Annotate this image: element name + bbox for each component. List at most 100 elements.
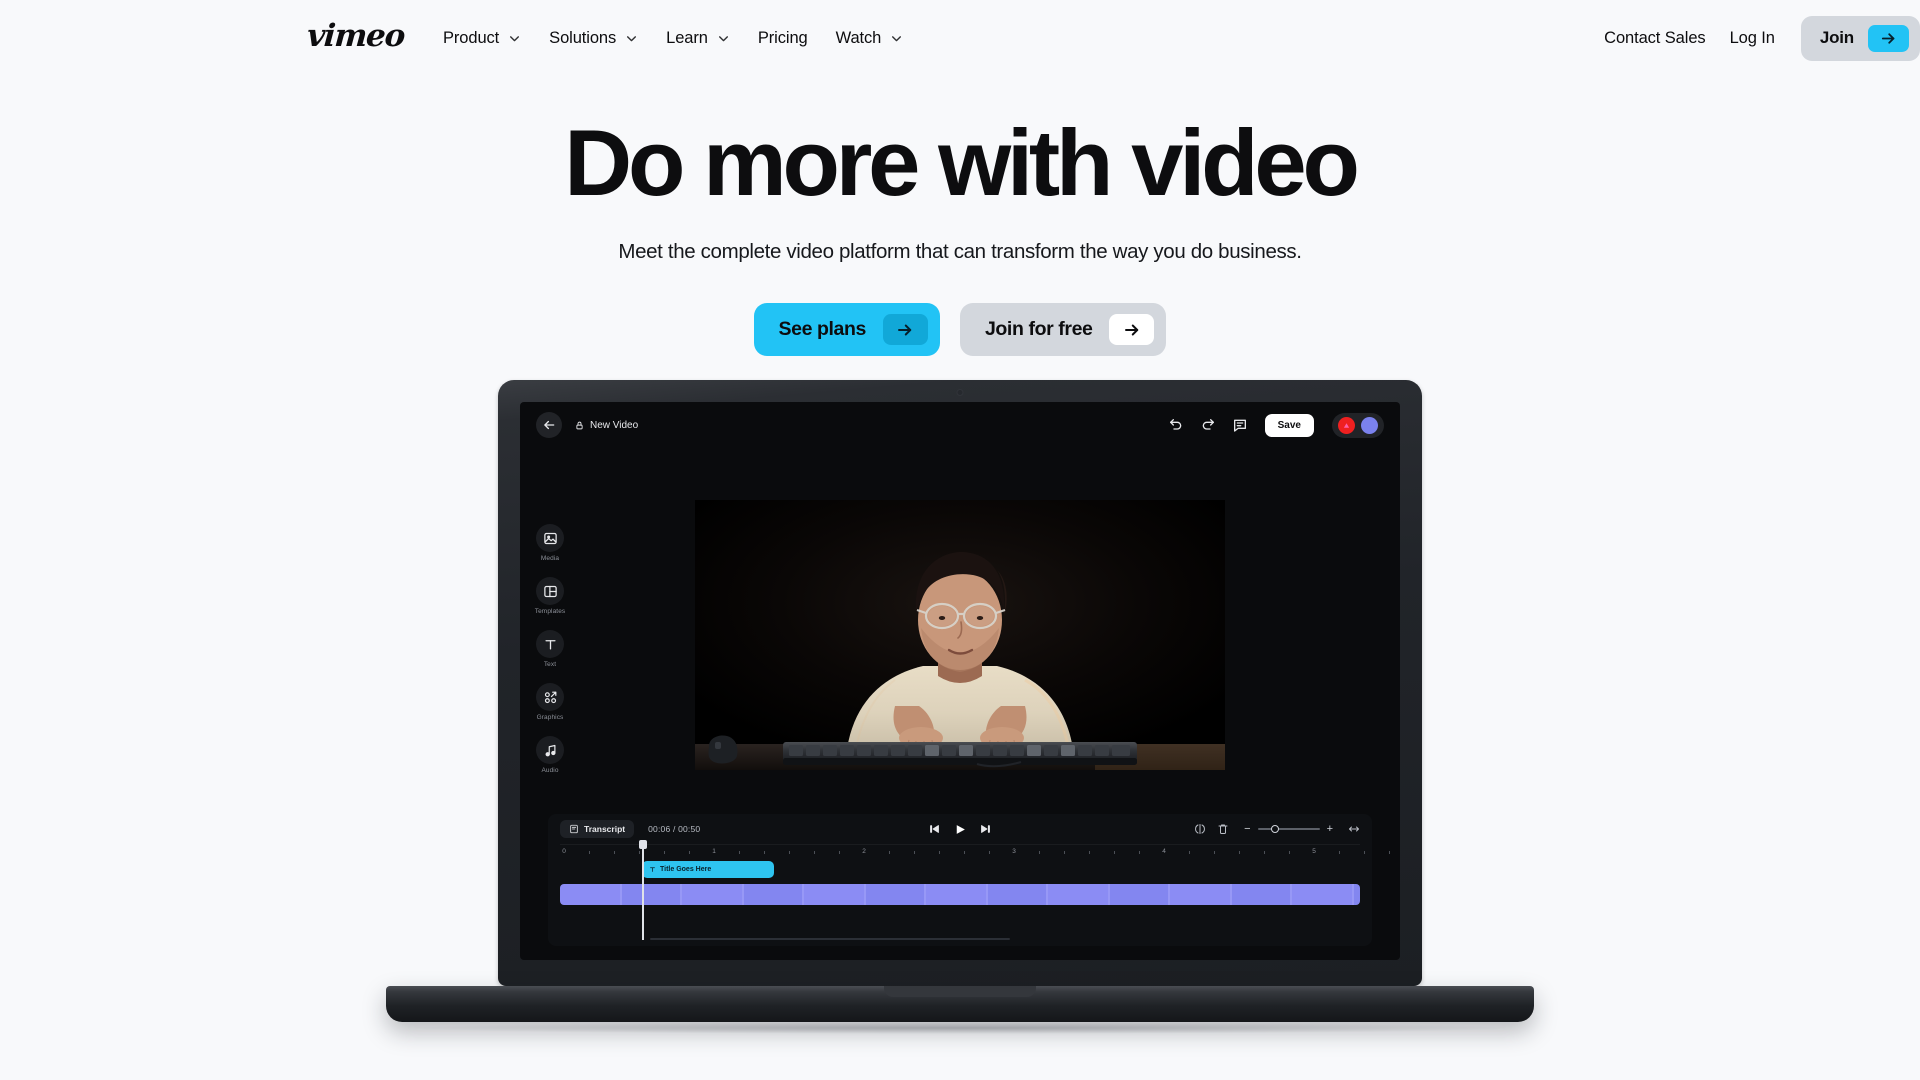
save-button[interactable]: Save [1264, 413, 1314, 437]
ruler-tick [1389, 851, 1390, 854]
rail-item-graphics[interactable]: Graphics [536, 683, 564, 721]
nav-item-solutions[interactable]: Solutions [535, 21, 652, 56]
hero-subtitle: Meet the complete video platform that ca… [618, 240, 1302, 263]
nav-item-label: Pricing [757, 28, 808, 47]
text-icon [536, 630, 564, 658]
split-icon [1195, 824, 1206, 834]
ruler-label: 3 [1012, 848, 1016, 855]
timeline-ruler[interactable]: 0 1 2 3 4 5 [560, 844, 1390, 859]
nav-item-label: Product [443, 28, 500, 47]
timeline-toolbar: Transcript 00:06 / 00:50 − + [560, 814, 1360, 844]
join-button[interactable]: Join [1800, 15, 1920, 61]
top-navigation-bar: vimeo Product Solutions Learn Pricing Wa… [0, 0, 1920, 76]
nav-right-group: Contact Sales Log In Join [1592, 15, 1920, 61]
laptop-base [386, 986, 1534, 1022]
video-clip[interactable] [560, 884, 1360, 905]
ruler-tick [1189, 851, 1190, 854]
join-for-free-label: Join for free [984, 318, 1093, 340]
avatar-red[interactable] [1338, 416, 1355, 434]
comments-button[interactable] [1231, 416, 1249, 434]
video-preview[interactable] [695, 500, 1225, 770]
ruler-tick [1214, 851, 1215, 854]
chevron-down-icon [718, 35, 728, 41]
nav-item-learn[interactable]: Learn [652, 21, 744, 56]
log-in-link[interactable]: Log In [1718, 21, 1787, 56]
ruler-label: 2 [862, 848, 866, 855]
playhead[interactable] [642, 843, 644, 940]
ruler-tick [589, 851, 590, 854]
rail-item-text[interactable]: Text [536, 630, 564, 668]
ruler-tick [1089, 851, 1090, 854]
document-title-label: New Video [590, 419, 639, 431]
rail-item-templates[interactable]: Templates [535, 577, 566, 615]
document-title[interactable]: New Video [575, 420, 638, 431]
vimeo-logo[interactable]: vimeo [306, 18, 406, 55]
rail-item-media[interactable]: Media [536, 524, 564, 562]
ruler-tick [1039, 851, 1040, 854]
nav-item-label: Solutions [549, 28, 617, 47]
undo-icon [1169, 419, 1181, 430]
play-button[interactable] [954, 823, 967, 836]
page-title: Do more with video [564, 110, 1360, 215]
ruler-label: 1 [712, 848, 716, 855]
ruler-tick [789, 851, 790, 854]
video-preview-image [695, 500, 1225, 770]
laptop-shadow [420, 1022, 1500, 1034]
zoom-slider-knob[interactable] [1270, 825, 1279, 833]
delete-clip-button[interactable] [1217, 823, 1229, 835]
split-clip-button[interactable] [1194, 823, 1206, 835]
arrow-right-icon [1868, 24, 1909, 52]
image-icon [536, 524, 564, 552]
text-clip[interactable]: Title Goes Here [642, 861, 774, 878]
timeline-scrollbar[interactable] [650, 937, 1010, 940]
zoom-in-button[interactable]: + [1327, 823, 1333, 835]
hero-section: Do more with video Meet the complete vid… [0, 76, 1920, 356]
graphics-icon [536, 683, 564, 711]
nav-item-product[interactable]: Product [429, 21, 535, 56]
zoom-out-button[interactable]: − [1244, 823, 1250, 835]
skip-back-button[interactable] [929, 823, 941, 835]
rail-item-audio[interactable]: Audio [536, 736, 564, 774]
ruler-tick [814, 851, 815, 854]
fit-to-width-button[interactable] [1348, 823, 1360, 835]
ruler-tick [739, 851, 740, 854]
ruler-tick [1339, 851, 1340, 854]
nav-item-pricing[interactable]: Pricing [744, 21, 822, 56]
chevron-down-icon [627, 35, 637, 41]
contact-sales-link[interactable]: Contact Sales [1592, 21, 1717, 56]
ruler-tick [639, 851, 640, 854]
back-button[interactable] [536, 412, 562, 438]
ruler-tick [1239, 851, 1240, 854]
ruler-tick [1139, 851, 1140, 854]
undo-button[interactable] [1167, 416, 1185, 434]
editor-body: Media Templates Text Graphics Audio [520, 448, 1400, 814]
lock-icon [576, 421, 583, 429]
ruler-tick [964, 851, 965, 854]
arrow-right-icon [1109, 314, 1155, 345]
ruler-tick [839, 851, 840, 854]
skip-back-icon [930, 825, 939, 833]
laptop-notch [884, 986, 1036, 997]
playback-controls [929, 823, 992, 836]
timeline-zoom-slider[interactable]: − + [1244, 823, 1333, 835]
transcript-button[interactable]: Transcript [560, 820, 635, 838]
transcript-label: Transcript [584, 824, 626, 834]
redo-button[interactable] [1199, 416, 1217, 434]
nav-item-watch[interactable]: Watch [822, 21, 918, 56]
avatar-purple[interactable] [1361, 416, 1378, 434]
transcript-icon [570, 824, 578, 834]
ruler-tick [889, 851, 890, 854]
zoom-slider-track[interactable] [1257, 825, 1320, 833]
skip-forward-button[interactable] [980, 823, 992, 835]
ruler-tick [1064, 851, 1065, 854]
ruler-tick [1289, 851, 1290, 854]
chevron-down-icon [510, 35, 520, 41]
join-for-free-button[interactable]: Join for free [959, 303, 1167, 356]
nav-left-group: vimeo Product Solutions Learn Pricing Wa… [306, 18, 918, 56]
timecode-display: 00:06 / 00:50 [648, 824, 701, 834]
timeline-panel: Transcript 00:06 / 00:50 − + 0 1 2 3 4 5… [548, 814, 1390, 946]
see-plans-button[interactable]: See plans [753, 303, 940, 356]
join-button-label: Join [1819, 28, 1854, 47]
collaborator-avatars [1332, 412, 1384, 438]
laptop-lid: New Video Save Media Templates Text Grap… [498, 380, 1422, 986]
